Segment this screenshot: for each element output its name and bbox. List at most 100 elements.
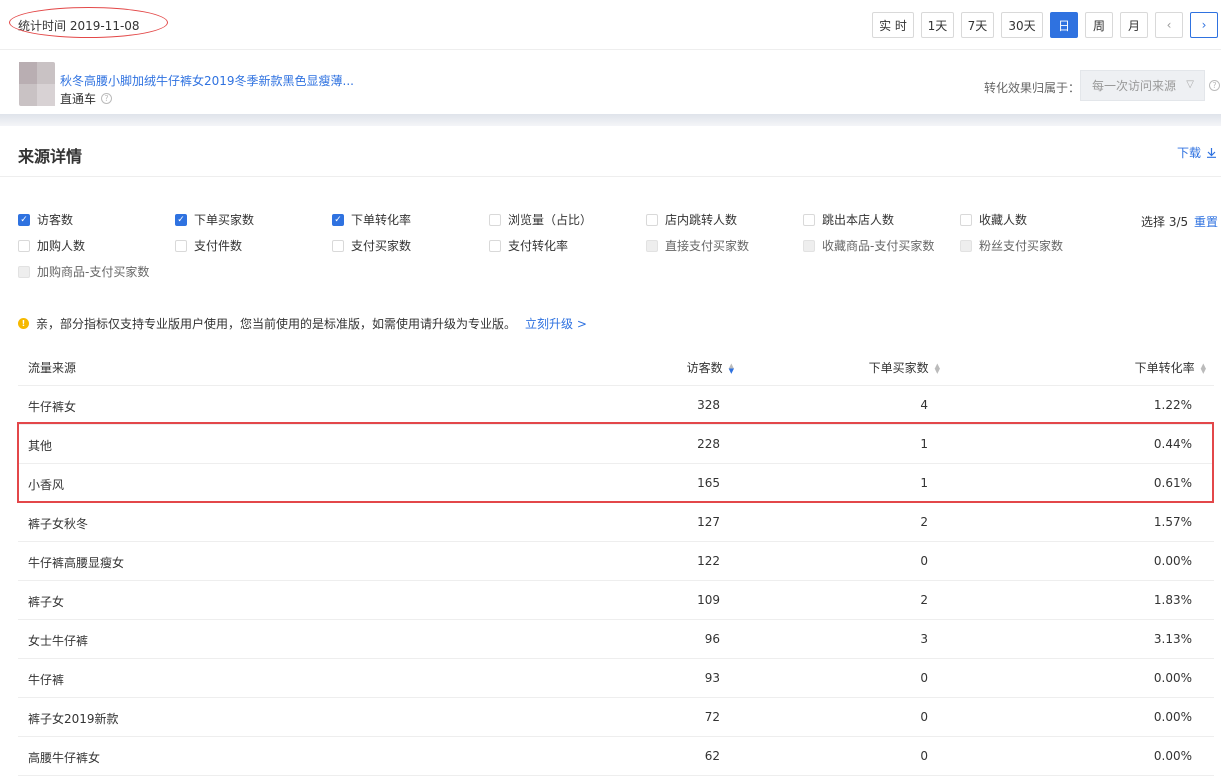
download-icon: [1207, 148, 1216, 158]
cell-order-buyers: 1: [920, 437, 928, 451]
cell-visitors: 96: [704, 632, 720, 646]
metric-option[interactable]: ✓ 访客数: [18, 211, 73, 228]
metric-option[interactable]: 支付转化率: [489, 237, 568, 254]
col-header-order-buyers[interactable]: 下单买家数 ▲ ▼: [869, 359, 940, 376]
reset-link[interactable]: 重置: [1194, 213, 1218, 230]
metric-option[interactable]: 支付件数: [175, 237, 242, 254]
checkbox-icon: [960, 239, 972, 252]
metric-option[interactable]: 跳出本店人数: [803, 211, 894, 228]
cell-order-buyers: 1: [920, 476, 928, 490]
table-header: 流量来源 访客数 ▲ ▼ 下单买家数 ▲ ▼ 下单转化率 ▲ ▼: [18, 347, 1214, 386]
checkbox-icon: [646, 239, 658, 252]
checkbox-icon[interactable]: [175, 239, 187, 252]
metric-option[interactable]: 店内跳转人数: [646, 211, 737, 228]
period-button-1day[interactable]: 1天: [921, 12, 954, 38]
cell-conversion: 1.83%: [1153, 593, 1192, 607]
cell-visitors: 122: [697, 554, 720, 568]
checkbox-checked-icon[interactable]: ✓: [332, 213, 344, 226]
metric-label: 支付买家数: [351, 239, 412, 253]
cell-order-buyers: 2: [920, 593, 928, 607]
metric-option[interactable]: ✓ 下单买家数: [175, 211, 254, 228]
table-row: 女士牛仔裤 96 3 3.13%: [18, 620, 1214, 659]
cell-source: 小香风: [28, 478, 65, 492]
metric-option[interactable]: ✓ 下单转化率: [332, 211, 411, 228]
top-bar: 统计时间 2019-11-08 实 时 1天 7天 30天日周月 ‹ ›: [0, 0, 1221, 50]
select-count: 选择 3/5: [1141, 215, 1189, 229]
metric-option: 加购商品-支付买家数: [18, 263, 149, 280]
metric-label: 访客数: [37, 213, 74, 227]
checkbox-icon[interactable]: [803, 213, 815, 226]
period-button-month[interactable]: 月: [1120, 12, 1148, 38]
table-row: 其他 228 1 0.44%: [18, 425, 1214, 464]
product-thumbnail: [19, 62, 55, 106]
period-button-week[interactable]: 周: [1085, 12, 1113, 38]
metric-option[interactable]: 加购人数: [18, 237, 85, 254]
cell-conversion: 0.00%: [1153, 554, 1192, 568]
checkbox-icon[interactable]: [489, 239, 501, 252]
metric-label: 直接支付买家数: [665, 239, 750, 253]
checkbox-icon[interactable]: [489, 213, 501, 226]
checkbox-checked-icon[interactable]: ✓: [18, 213, 30, 226]
next-arrow-icon[interactable]: ›: [1190, 12, 1218, 38]
sort-icon: ▲ ▼: [728, 361, 734, 375]
table-row: 裤子女 109 2 1.83%: [18, 581, 1214, 620]
cell-source: 女士牛仔裤: [28, 634, 89, 648]
sort-icon: ▲ ▼: [1200, 361, 1206, 375]
attribution-help-icon[interactable]: ?: [1209, 80, 1220, 91]
metric-option: 收藏商品-支付买家数: [803, 237, 934, 254]
cell-visitors: 127: [697, 515, 720, 529]
cell-conversion: 0.00%: [1153, 710, 1192, 724]
metric-option[interactable]: 支付买家数: [332, 237, 411, 254]
period-button-realtime[interactable]: 实 时: [872, 12, 914, 38]
metric-option[interactable]: 收藏人数: [960, 211, 1027, 228]
checkbox-icon[interactable]: [18, 239, 30, 252]
metric-label: 收藏商品-支付买家数: [822, 239, 935, 253]
cell-source: 牛仔裤高腰显瘦女: [28, 556, 125, 570]
chevron-down-icon: ▽: [1186, 79, 1194, 90]
cell-order-buyers: 3: [920, 632, 928, 646]
cell-order-buyers: 0: [920, 710, 928, 724]
checkbox-icon: [18, 265, 30, 278]
checkbox-icon: [803, 239, 815, 252]
download-button[interactable]: 下载: [1177, 144, 1217, 161]
metric-label: 店内跳转人数: [665, 213, 738, 227]
cell-conversion: 1.22%: [1153, 398, 1192, 412]
metric-option[interactable]: 浏览量（占比）: [489, 211, 592, 228]
period-button-30day[interactable]: 30天: [1001, 12, 1043, 38]
period-button-7day[interactable]: 7天: [961, 12, 994, 38]
attribution-select[interactable]: 每一次访问来源 ▽: [1080, 70, 1205, 101]
col-header-source: 流量来源: [28, 361, 77, 375]
table-row: 牛仔裤女 328 4 1.22%: [18, 386, 1214, 425]
prev-arrow-icon[interactable]: ‹: [1155, 12, 1183, 38]
section-title: 来源详情: [18, 147, 83, 166]
cell-visitors: 328: [697, 398, 720, 412]
metric-label: 加购人数: [37, 239, 86, 253]
cell-source: 裤子女秋冬: [28, 517, 89, 531]
checkbox-checked-icon[interactable]: ✓: [175, 213, 187, 226]
cell-source: 裤子女2019新款: [28, 712, 119, 726]
metric-label: 浏览量（占比）: [508, 213, 593, 227]
checkbox-icon[interactable]: [646, 213, 658, 226]
period-selector: 实 时 1天 7天 30天日周月 ‹ ›: [872, 12, 1218, 38]
col-header-conversion[interactable]: 下单转化率 ▲ ▼: [1135, 359, 1206, 376]
period-button-day[interactable]: 日: [1050, 12, 1078, 38]
metric-label: 下单买家数: [194, 213, 255, 227]
cell-conversion: 0.00%: [1153, 749, 1192, 763]
metric-label: 下单转化率: [351, 213, 412, 227]
product-channel: 直通车 ?: [60, 90, 113, 107]
metric-label: 跳出本店人数: [822, 213, 895, 227]
cell-visitors: 109: [697, 593, 720, 607]
cell-source: 其他: [28, 439, 53, 453]
channel-label: 直通车: [60, 92, 97, 106]
product-title-link[interactable]: 秋冬高腰小脚加绒牛仔裤女2019冬季新款黑色显瘦薄...: [60, 72, 354, 89]
col-header-visitors[interactable]: 访客数 ▲ ▼: [687, 359, 734, 376]
cell-visitors: 93: [704, 671, 720, 685]
cell-conversion: 1.57%: [1153, 515, 1192, 529]
checkbox-icon[interactable]: [960, 213, 972, 226]
checkbox-icon[interactable]: [332, 239, 344, 252]
section-divider: [0, 114, 1221, 126]
help-icon[interactable]: ?: [101, 93, 113, 104]
cell-visitors: 165: [697, 476, 720, 490]
upgrade-link[interactable]: 立刻升级 >: [525, 315, 587, 332]
cell-conversion: 0.44%: [1153, 437, 1192, 451]
